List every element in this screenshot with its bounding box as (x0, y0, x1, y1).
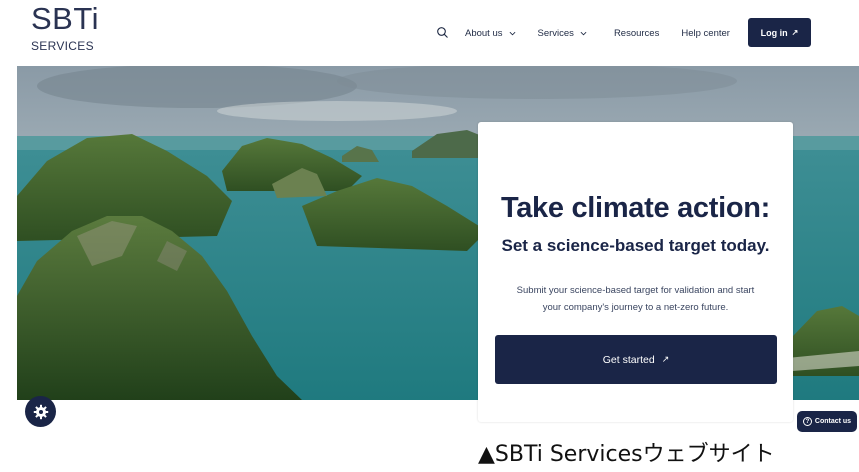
login-button[interactable]: Log in ↗ (748, 18, 811, 47)
hero-description-line1: Submit your science-based target for val… (516, 285, 755, 296)
logo-wordmark: SBTi (31, 1, 100, 36)
hero-card: Take climate action: Set a science-based… (478, 122, 793, 422)
gear-icon (33, 404, 48, 419)
nav-resources[interactable]: Resources (614, 28, 659, 39)
nav-help-center[interactable]: Help center (681, 28, 730, 39)
contact-us-label: Contact us (814, 418, 852, 425)
sbti-logo[interactable]: SBTi SERVICES (31, 1, 141, 54)
get-started-label: Get started (602, 353, 655, 366)
main-nav: About us Services Resources Help center (436, 23, 730, 43)
login-label: Log in (760, 27, 788, 38)
logo-subtitle: SERVICES (31, 39, 94, 53)
nav-about-label: About us (465, 27, 503, 39)
hero-title: Take climate action: (500, 192, 771, 224)
image-caption: ▲SBTi Servicesウェブサイト (478, 442, 775, 467)
get-started-button[interactable]: Get started ↗ (495, 335, 777, 384)
page: SBTi SERVICES About us Services Resource… (0, 0, 859, 472)
nav-services[interactable]: Services (538, 28, 587, 39)
arrow-up-right-icon: ↗ (661, 354, 670, 364)
site-header: SBTi SERVICES About us Services Resource… (0, 0, 859, 66)
question-circle-icon: ? (802, 417, 812, 426)
contact-us-button[interactable]: ? Contact us (797, 411, 857, 432)
chevron-down-icon (580, 31, 587, 35)
hero-description-line2: your company's journey to a net-zero fut… (542, 302, 729, 313)
settings-button[interactable] (25, 396, 56, 427)
nav-services-label: Services (537, 27, 574, 39)
hero-description: Submit your science-based target for val… (498, 282, 773, 316)
chevron-down-icon (509, 31, 515, 35)
nav-about-us[interactable]: About us (465, 28, 516, 39)
arrow-up-right-icon: ↗ (791, 28, 799, 37)
search-icon[interactable] (436, 26, 450, 40)
hero-subtitle: Set a science-based target today. (501, 236, 770, 255)
